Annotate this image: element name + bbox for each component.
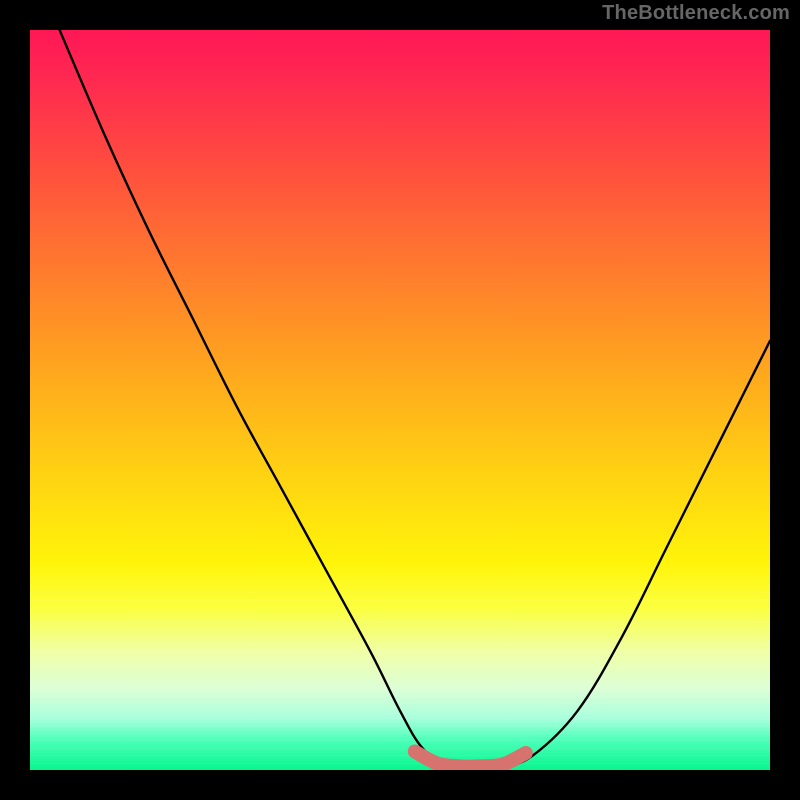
- target-zone-line: [415, 752, 526, 767]
- watermark-text: TheBottleneck.com: [602, 2, 790, 25]
- plot-area: [30, 30, 770, 770]
- chart-svg: [30, 30, 770, 770]
- bottleneck-curve-line: [60, 30, 770, 767]
- chart-frame: TheBottleneck.com: [0, 0, 800, 800]
